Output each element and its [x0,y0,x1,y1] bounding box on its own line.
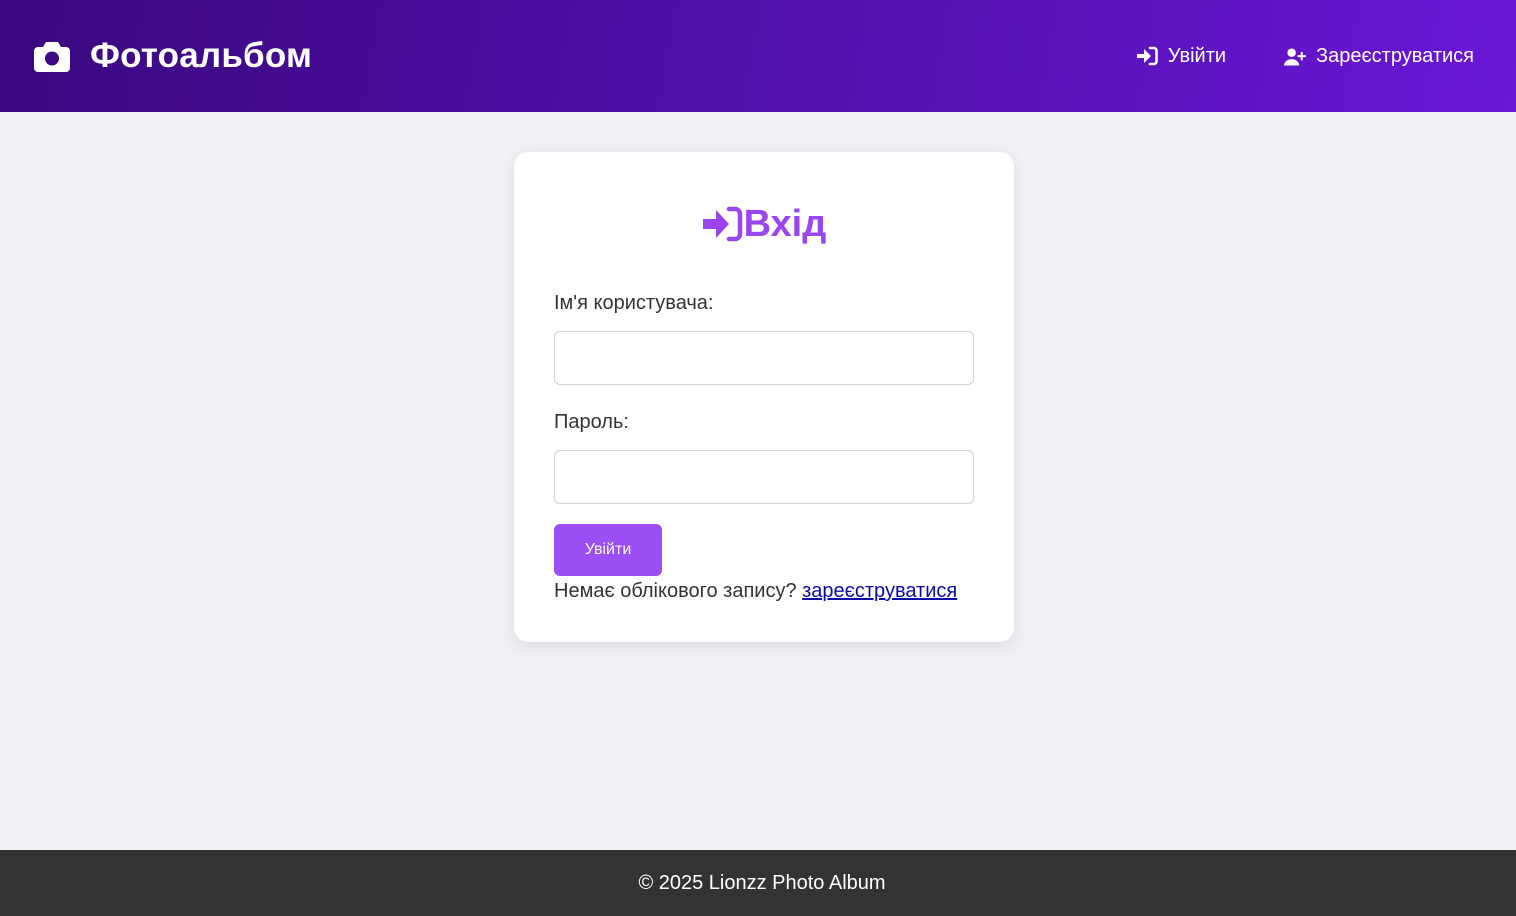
nav-login-link[interactable]: Увійти [1136,45,1226,68]
nav-login-label: Увійти [1167,44,1227,67]
footer-copyright: © 2025 Lionzz Photo Album [638,871,886,894]
login-title: Вхід [743,202,827,245]
brand-title: Фотоальбом [90,36,313,75]
password-input[interactable] [554,450,974,504]
brand[interactable]: Фотоальбом [34,36,312,76]
login-submit-button[interactable]: Увійти [554,524,662,576]
sign-in-icon [702,205,744,243]
login-heading: Вхід [554,200,974,248]
password-label: Пароль: [554,411,629,433]
register-link[interactable]: зареєструватися [802,580,957,602]
username-input[interactable] [554,331,974,385]
top-nav: Увійти Зареєструватися [1136,45,1474,68]
username-label: Ім'я користувача: [554,292,714,314]
login-card: Вхід Ім'я користувача: Пароль: Увійти Не… [514,152,1014,642]
user-plus-icon [1284,46,1307,66]
nav-register-label: Зареєструватися [1316,44,1474,67]
site-header: Фотоальбом Увійти Зареєструватися [0,0,1516,112]
sign-in-icon [1136,46,1158,66]
camera-icon [34,40,70,72]
site-footer: © 2025 Lionzz Photo Album [0,850,1516,916]
register-prompt-line: Немає облікового запису? зареєструватися [554,580,974,603]
nav-register-link[interactable]: Зареєструватися [1284,45,1474,68]
register-prompt-text: Немає облікового запису? [554,580,797,602]
